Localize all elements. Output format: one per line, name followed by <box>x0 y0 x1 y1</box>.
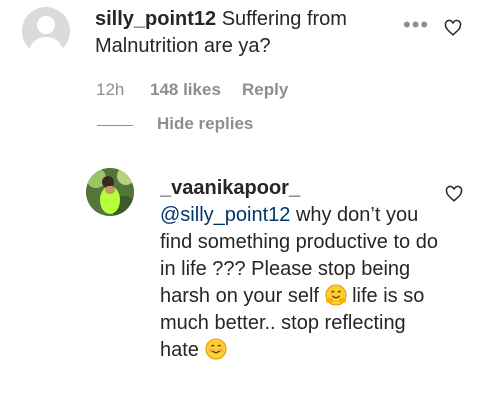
heart-icon[interactable] <box>444 19 462 37</box>
reply-text: _vaanikapoor_ @silly_point12 why don’t y… <box>160 175 450 364</box>
hide-replies-label[interactable]: Hide replies <box>157 114 253 134</box>
user-avatar[interactable] <box>86 168 134 216</box>
default-avatar[interactable] <box>22 7 70 55</box>
heart-icon[interactable] <box>445 185 463 203</box>
more-dots-icon[interactable]: ••• <box>403 14 429 36</box>
likes-count[interactable]: 148 likes <box>150 80 221 100</box>
reply-button[interactable]: Reply <box>242 80 288 100</box>
hugging-face-emoji <box>325 284 347 306</box>
mention-link[interactable]: @silly_point12 <box>160 204 290 226</box>
reply-username[interactable]: _vaanikapoor_ <box>160 175 450 202</box>
smiling-face-emoji <box>204 338 227 360</box>
parent-comment: silly_point12 Suffering from Malnutritio… <box>0 0 497 110</box>
comment-username[interactable]: silly_point12 <box>95 8 216 30</box>
reply-body-part2: life is so much better.. stop reflecting… <box>160 285 425 361</box>
comment-text: silly_point12 Suffering from Malnutritio… <box>95 6 395 60</box>
divider-line <box>97 125 133 126</box>
comment-time[interactable]: 12h <box>96 80 124 100</box>
